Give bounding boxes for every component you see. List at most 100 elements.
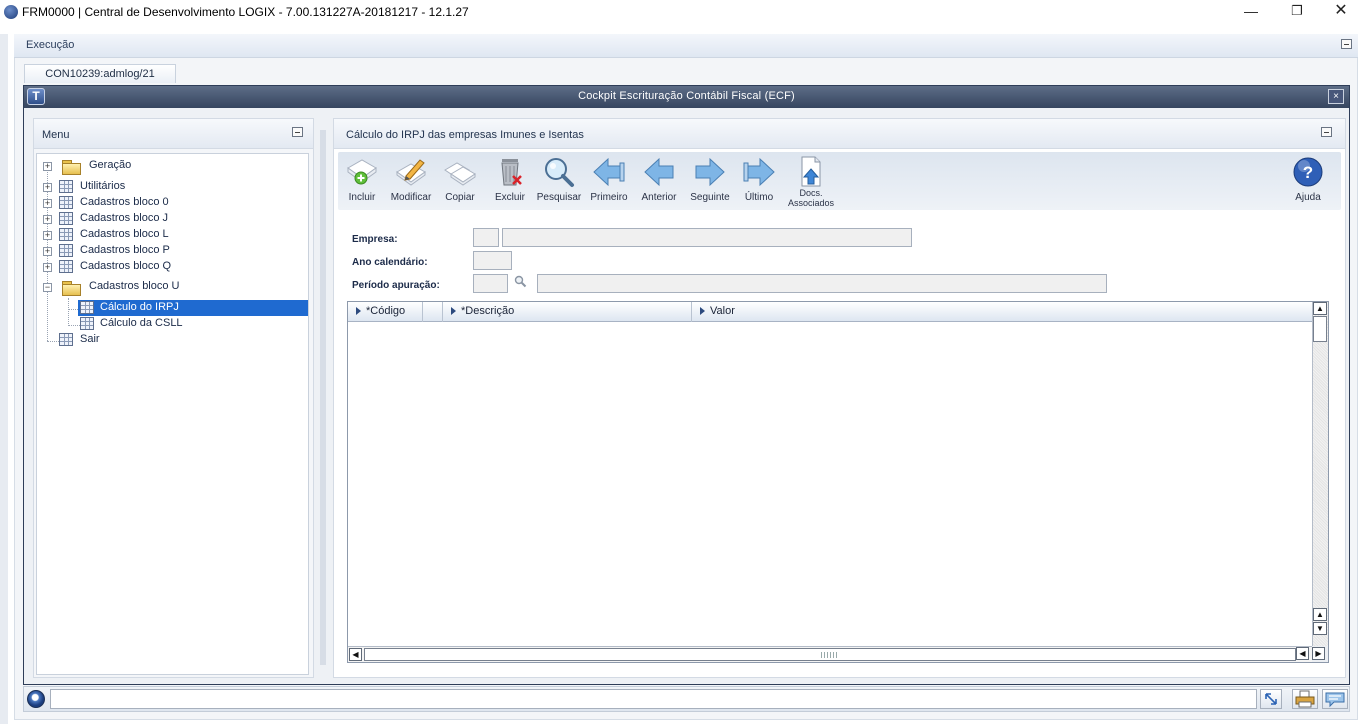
horizontal-scroll-thumb[interactable] — [364, 648, 1296, 661]
menu-item-cadastros-bloco-u[interactable]: − Cadastros bloco U — [37, 279, 307, 296]
scroll-up-top-icon[interactable]: ▲ — [1313, 302, 1327, 315]
menu-item-calculo-irpj[interactable]: Cálculo do IRPJ — [37, 300, 309, 316]
company-name-field — [502, 228, 912, 247]
form-panel-header: Cálculo do IRPJ das empresas Imunes e Is… — [334, 119, 1345, 149]
menu-panel-header: Menu — [34, 119, 313, 149]
table-icon — [80, 301, 94, 314]
add-icon — [347, 159, 377, 185]
panel-splitter[interactable] — [320, 130, 326, 665]
menu-item-geracao[interactable]: + Geração — [37, 158, 307, 175]
column-header-codigo[interactable]: *Código — [348, 302, 423, 322]
edit-button[interactable]: Modificar — [388, 154, 434, 208]
menu-item-cadastros-bloco-q[interactable]: + Cadastros bloco Q — [37, 259, 307, 275]
next-button[interactable]: Seguinte — [688, 154, 732, 208]
documents-button[interactable]: Docs. Associados — [786, 154, 836, 208]
previous-button[interactable]: Anterior — [638, 154, 680, 208]
search-button[interactable]: Pesquisar — [536, 154, 582, 208]
add-label: Incluir — [348, 192, 376, 203]
column-header-descricao[interactable]: *Descrição — [443, 302, 692, 322]
copy-button[interactable]: Copiar — [438, 154, 482, 208]
menu-item-calculo-csll[interactable]: Cálculo da CSLL — [37, 316, 307, 332]
table-icon — [59, 333, 73, 346]
print-button[interactable] — [1292, 689, 1318, 709]
form-minimize-button[interactable] — [1321, 127, 1332, 137]
calendar-year-label: Ano calendário: — [352, 257, 428, 268]
edit-label: Modificar — [390, 192, 432, 203]
delete-label: Excluir — [494, 192, 525, 203]
execution-minimize-button[interactable] — [1341, 39, 1352, 49]
menu-item-label: Geração — [89, 159, 132, 171]
table-icon — [59, 180, 73, 193]
status-message-field — [50, 689, 1257, 709]
window-title-bar: FRM0000 | Central de Desenvolvimento LOG… — [0, 0, 1366, 24]
add-button[interactable]: Incluir — [340, 154, 384, 208]
last-button[interactable]: Último — [738, 154, 780, 208]
table-icon — [59, 228, 73, 241]
column-header-label: *Código — [366, 305, 406, 317]
table-icon — [59, 196, 73, 209]
execution-label: Execução — [26, 39, 75, 51]
menu-item-cadastros-bloco-l[interactable]: + Cadastros bloco L — [37, 227, 307, 243]
window-title: FRM0000 | Central de Desenvolvimento LOG… — [22, 5, 469, 19]
menu-item-cadastros-bloco-p[interactable]: + Cadastros bloco P — [37, 243, 307, 259]
company-code-input[interactable] — [473, 228, 499, 247]
data-grid: *Código *Descrição Valor ▲ ▲ ▼ ◀ ◀ ▶ — [347, 301, 1329, 663]
scroll-right-icon[interactable]: ▶ — [1312, 647, 1325, 660]
scroll-corner: ◀ ▶ — [1296, 646, 1328, 662]
application-body: Menu + Geração + Utilitários + Cadastros… — [24, 108, 1349, 684]
maximize-button[interactable]: ❐ — [1274, 0, 1320, 24]
scroll-down-icon[interactable]: ▼ — [1313, 622, 1327, 635]
application-close-button[interactable]: × — [1328, 89, 1344, 104]
left-collapse-strip[interactable] — [0, 34, 8, 724]
next-icon — [695, 157, 725, 187]
minimize-button[interactable]: — — [1228, 0, 1274, 24]
expand-icon[interactable]: + — [43, 263, 52, 272]
expand-icon[interactable]: + — [43, 162, 52, 171]
totvs-status-icon[interactable] — [27, 690, 45, 708]
tab-session[interactable]: CON10239:admlog/21 — [24, 64, 176, 83]
messages-button[interactable] — [1322, 689, 1348, 709]
next-label: Seguinte — [690, 192, 730, 203]
horizontal-scrollbar[interactable]: ◀ — [348, 646, 1312, 662]
scroll-left-icon[interactable]: ◀ — [349, 648, 362, 661]
menu-item-sair[interactable]: Sair — [37, 332, 307, 348]
expand-icon[interactable]: + — [43, 183, 52, 192]
expand-icon[interactable]: + — [43, 247, 52, 256]
scroll-right-left-icon[interactable]: ◀ — [1296, 647, 1309, 660]
zoom-lookup-icon[interactable] — [514, 275, 527, 288]
calendar-year-input[interactable] — [473, 251, 512, 270]
expand-icon[interactable]: + — [43, 199, 52, 208]
search-label: Pesquisar — [536, 192, 582, 203]
scroll-up-icon[interactable]: ▲ — [1313, 608, 1327, 621]
application-title-bar: T Cockpit Escrituração Contábil Fiscal (… — [24, 86, 1349, 108]
menu-item-label: Utilitários — [80, 180, 126, 192]
delete-button[interactable]: Excluir — [488, 154, 532, 208]
collapse-icon[interactable]: − — [43, 283, 52, 292]
expand-icon[interactable]: + — [43, 231, 52, 240]
close-button[interactable]: ✕ — [1318, 0, 1364, 24]
first-button[interactable]: Primeiro — [588, 154, 630, 208]
expand-icon[interactable]: + — [43, 215, 52, 224]
vertical-scrollbar[interactable]: ▲ ▲ ▼ — [1312, 302, 1328, 646]
period-label: Período apuração: — [352, 280, 440, 291]
column-header-label: *Descrição — [461, 305, 515, 317]
column-header-label: Valor — [710, 305, 735, 317]
help-icon: ? — [1293, 157, 1323, 187]
svg-text:?: ? — [1303, 163, 1313, 182]
period-code-input[interactable] — [473, 274, 508, 293]
menu-item-cadastros-bloco-0[interactable]: + Cadastros bloco 0 — [37, 195, 307, 211]
help-button[interactable]: ? Ajuda — [1288, 154, 1328, 208]
column-header-valor[interactable]: Valor — [692, 302, 1312, 322]
menu-title: Menu — [42, 129, 70, 141]
menu-item-cadastros-bloco-j[interactable]: + Cadastros bloco J — [37, 211, 307, 227]
table-icon — [59, 260, 73, 273]
toolbar: Incluir Modificar Copiar Excluir Pesquis… — [338, 152, 1341, 210]
form-panel: Cálculo do IRPJ das empresas Imunes e Is… — [333, 118, 1346, 678]
menu-minimize-button[interactable] — [292, 127, 303, 137]
vertical-scroll-thumb[interactable] — [1313, 316, 1327, 342]
menu-item-label: Cálculo da CSLL — [100, 317, 183, 329]
execution-bar: Execução — [14, 34, 1358, 58]
menu-item-utilitarios[interactable]: + Utilitários — [37, 179, 307, 195]
resize-button[interactable] — [1260, 689, 1282, 709]
printer-icon — [1295, 690, 1315, 708]
